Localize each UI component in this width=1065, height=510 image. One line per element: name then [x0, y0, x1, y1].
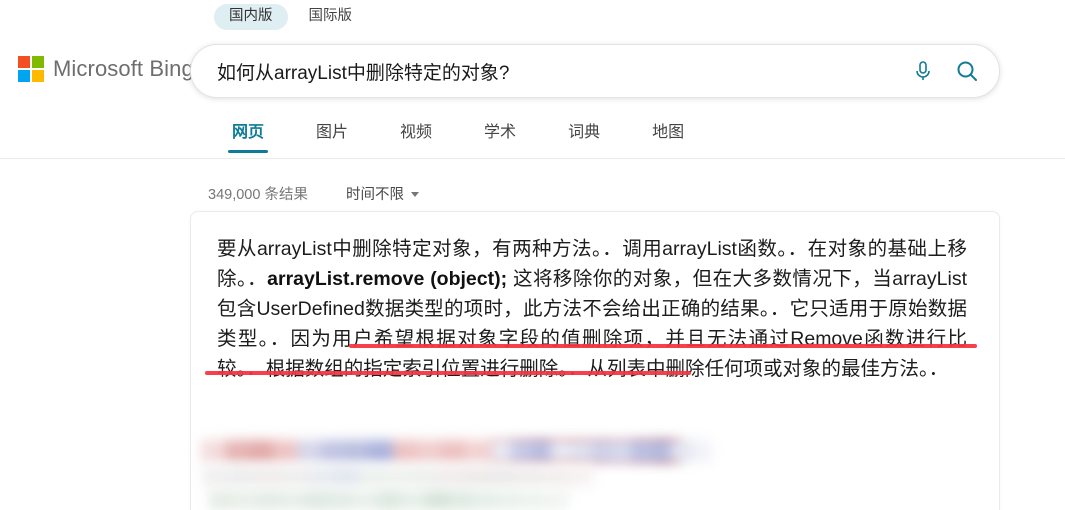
search-input[interactable]: [191, 45, 901, 97]
results-meta-bar: 349,000 条结果 时间不限: [208, 183, 419, 204]
bing-logo[interactable]: Microsoft Bing: [18, 56, 194, 82]
answer-code-snippet: arrayList.remove (object);: [267, 268, 508, 290]
edition-tab-domestic-label: 国内版: [229, 8, 273, 24]
tab-academic-label: 学术: [484, 124, 517, 141]
answer-text: 要从arrayList中删除特定对象，有两种方法。．调用arrayList函数。…: [217, 234, 967, 384]
search-box[interactable]: [190, 44, 1000, 98]
bing-logo-text: Microsoft Bing: [53, 56, 194, 81]
tab-dictionary[interactable]: 词典: [542, 112, 626, 153]
vertical-nav-tabs: 网页 图片 视频 学术 词典 地图: [206, 112, 710, 153]
red-highlight-underline-2: [205, 371, 691, 375]
search-icon[interactable]: [945, 49, 989, 93]
edition-tab-domestic[interactable]: 国内版: [214, 4, 288, 30]
tab-videos-label: 视频: [400, 124, 433, 141]
bing-search-results-page: 国内版 国际版 Microsoft Bing 网页: [0, 0, 1065, 510]
tab-maps[interactable]: 地图: [626, 112, 710, 153]
tab-dictionary-label: 词典: [568, 124, 601, 141]
nav-divider: [0, 158, 1065, 159]
chevron-down-icon: [410, 192, 419, 197]
edition-tab-international-label: 国际版: [308, 8, 353, 24]
tab-videos[interactable]: 视频: [374, 112, 458, 153]
time-filter-dropdown[interactable]: 时间不限: [346, 183, 419, 204]
answer-card: 要从arrayList中删除特定对象，有两种方法。．调用arrayList函数。…: [190, 211, 1000, 510]
microphone-icon[interactable]: [901, 49, 945, 93]
blurred-row-2: [203, 466, 593, 486]
tab-images[interactable]: 图片: [290, 112, 374, 153]
blurred-row-3: [209, 490, 569, 510]
tab-web-label: 网页: [232, 124, 265, 141]
microsoft-squares-icon: [18, 56, 44, 82]
time-filter-label: 时间不限: [345, 187, 404, 203]
tab-web[interactable]: 网页: [206, 112, 290, 153]
tab-images-label: 图片: [316, 124, 349, 141]
edition-tab-bar: 国内版 国际版: [214, 4, 367, 30]
tab-academic[interactable]: 学术: [458, 112, 542, 153]
results-count: 349,000 条结果: [208, 187, 308, 203]
blurred-content-region: [191, 434, 999, 510]
edition-tab-international[interactable]: 国际版: [294, 4, 368, 30]
tab-maps-label: 地图: [652, 124, 685, 141]
blurred-row-1b: [491, 440, 711, 462]
red-highlight-underline-1: [349, 344, 977, 348]
answer-body: 要从arrayList中删除特定对象，有两种方法。．调用arrayList函数。…: [191, 212, 999, 510]
